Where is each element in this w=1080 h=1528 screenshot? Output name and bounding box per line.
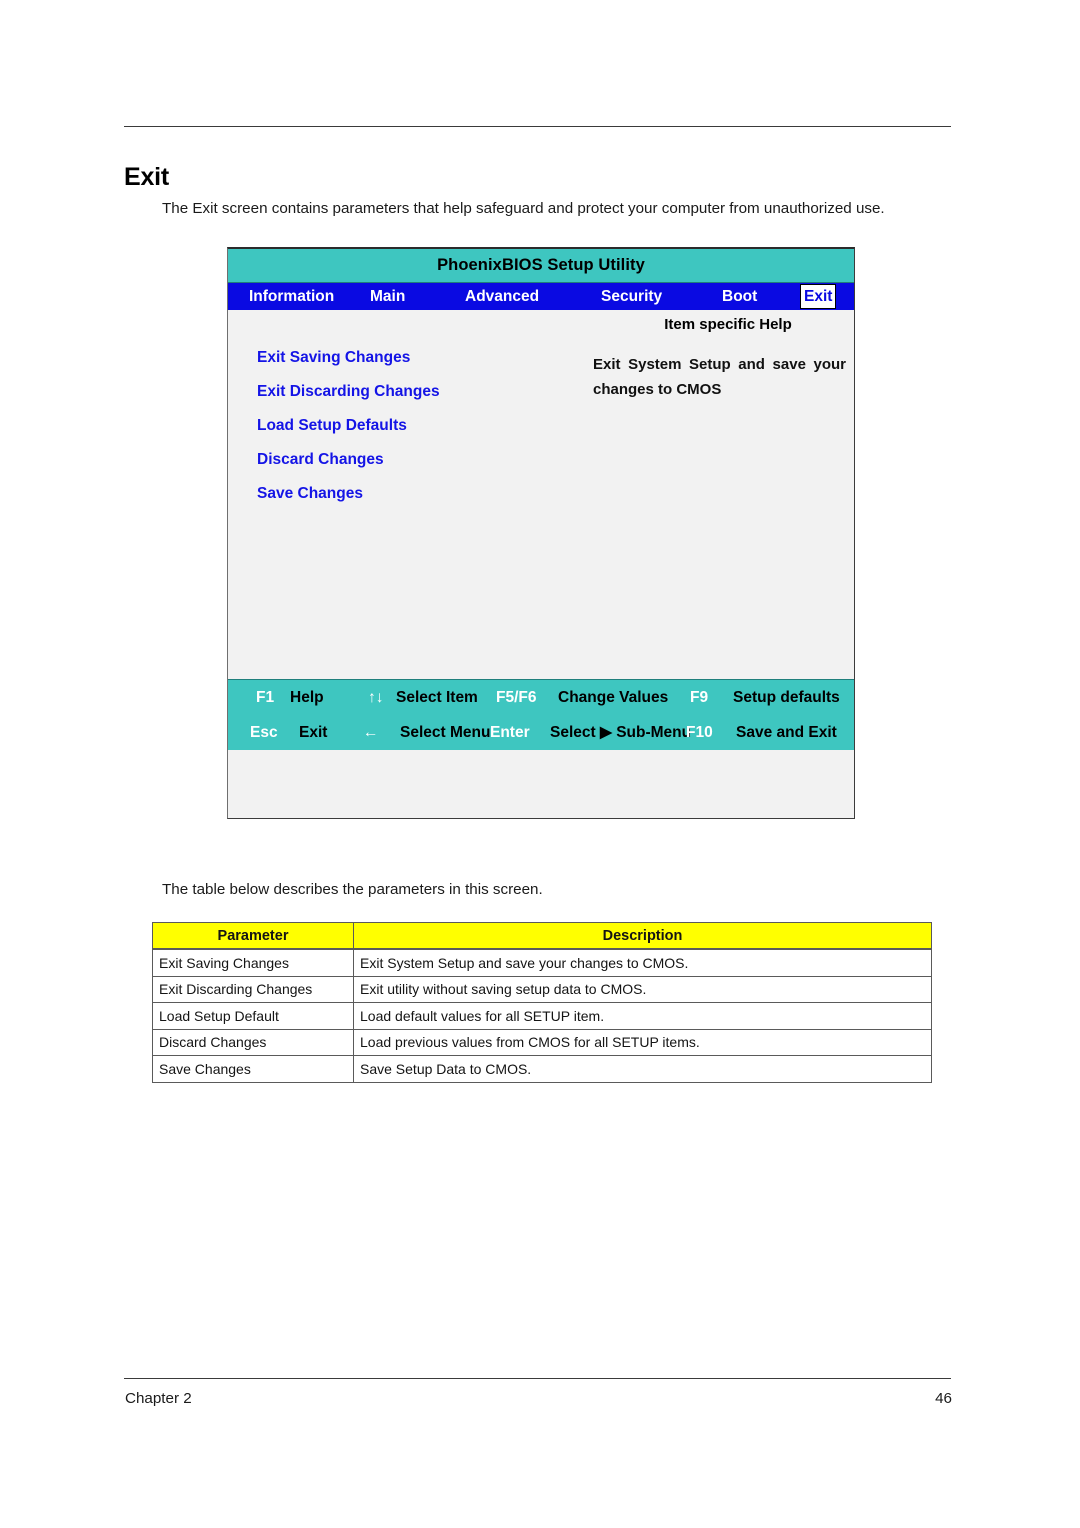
- table-header-row: Parameter Description: [152, 922, 932, 950]
- bios-key-legend: F1 Help ↑↓ Select Item F5/F6 Change Values F9 S…: [228, 679, 854, 750]
- key-description-5: Select Menu: [400, 724, 491, 741]
- cell-parameter: Load Setup Default: [152, 1002, 354, 1030]
- cell-description: Save Setup Data to CMOS.: [353, 1055, 932, 1083]
- bios-option-load-setup-defaults[interactable]: Load Setup Defaults: [257, 416, 557, 450]
- key-legend-row-2: Esc Exit ← Select Menu Enter Select ▶ Sub-Men…: [228, 715, 854, 750]
- cell-description: Exit utility without saving setup data t…: [353, 975, 932, 1003]
- bios-option-discard-changes[interactable]: Discard Changes: [257, 450, 557, 484]
- column-header-description: Description: [353, 922, 932, 950]
- key-description-4: Exit: [299, 724, 328, 741]
- key-description-0: Help: [290, 689, 324, 706]
- key-description-3: Setup defaults: [733, 689, 840, 706]
- key-description-1: Select Item: [396, 689, 478, 706]
- table-row: Exit Discarding Changes Exit utility with…: [152, 975, 932, 1003]
- footer-chapter-label: Chapter 2: [125, 1390, 192, 1407]
- column-header-parameter: Parameter: [152, 922, 354, 950]
- bios-option-exit-discarding-changes[interactable]: Exit Discarding Changes: [257, 382, 557, 416]
- bios-tab-main[interactable]: Main: [370, 286, 405, 307]
- help-line-2: changes to CMOS: [593, 381, 722, 398]
- bios-tab-information[interactable]: Information: [249, 286, 334, 307]
- bios-tab-boot[interactable]: Boot: [722, 286, 757, 307]
- document-page: Exit The Exit screen contains parameters…: [0, 0, 1080, 1528]
- key-description-7: Save and Exit: [736, 724, 837, 741]
- key-label-0: F1: [256, 689, 275, 706]
- key-label-4: Esc: [250, 724, 278, 741]
- bios-menu-item-list: Exit Saving Changes Exit Discarding Chang…: [257, 348, 557, 518]
- help-line-1: Exit System Setup and save your: [593, 356, 846, 373]
- bios-setup-screenshot: PhoenixBIOS Setup Utility Information Mai…: [227, 247, 855, 819]
- cell-parameter: Exit Saving Changes: [152, 948, 354, 977]
- key-description-6: Select ▶ Sub-Menu: [550, 724, 692, 741]
- parameter-description-table: Parameter Description Exit Saving Change…: [152, 922, 932, 1083]
- item-specific-help-title: Item specific Help: [664, 316, 792, 333]
- cell-parameter: Discard Changes: [152, 1028, 354, 1056]
- table-row: Save Changes Save Setup Data to CMOS.: [152, 1055, 932, 1083]
- table-row: Discard Changes Load previous values from…: [152, 1028, 932, 1056]
- bios-title: PhoenixBIOS Setup Utility: [437, 256, 645, 274]
- key-label-6: Enter: [490, 724, 530, 741]
- key-legend-row-1: F1 Help ↑↓ Select Item F5/F6 Change Values F9 S…: [228, 680, 854, 715]
- table-row: Load Setup Default Load default values fo…: [152, 1002, 932, 1030]
- key-label-5: ←: [363, 724, 379, 741]
- key-label-1: ↑↓: [368, 689, 384, 706]
- bios-tab-security[interactable]: Security: [601, 286, 662, 307]
- footer-page-number: 46: [935, 1390, 952, 1407]
- key-label-3: F9: [690, 689, 709, 706]
- cell-description: Exit System Setup and save your changes …: [353, 948, 932, 977]
- key-description-2: Change Values: [558, 689, 669, 706]
- cell-parameter: Save Changes: [152, 1055, 354, 1083]
- table-head: Parameter Description: [152, 922, 932, 950]
- table-body: Exit Saving Changes Exit System Setup and…: [152, 948, 932, 1083]
- table-row: Exit Saving Changes Exit System Setup and…: [152, 948, 932, 977]
- cell-description: Load default values for all SETUP item.: [353, 1002, 932, 1030]
- bios-tab-exit[interactable]: Exit: [799, 284, 837, 309]
- key-label-7: F10: [686, 724, 713, 741]
- key-label-2: F5/F6: [496, 689, 537, 706]
- footer-divider: [124, 1378, 951, 1379]
- bios-option-save-changes[interactable]: Save Changes: [257, 484, 557, 518]
- cell-description: Load previous values from CMOS for all S…: [353, 1028, 932, 1056]
- bios-menu-bar: Information Main Advanced Security Boot Exit: [228, 283, 854, 310]
- cell-parameter: Exit Discarding Changes: [152, 975, 354, 1003]
- header-divider: [124, 126, 951, 127]
- table-intro-paragraph: The table below describes the parameters…: [162, 881, 543, 899]
- page-title: Exit: [124, 162, 170, 191]
- bios-tab-advanced[interactable]: Advanced: [465, 286, 539, 307]
- intro-paragraph: The Exit screen contains parameters that…: [162, 200, 885, 218]
- bios-option-exit-saving-changes[interactable]: Exit Saving Changes: [257, 348, 557, 382]
- item-specific-help-text: Exit System Setup and save your changes …: [593, 352, 846, 402]
- bios-body: Exit Saving Changes Exit Discarding Chang…: [228, 310, 854, 750]
- bios-title-bar: PhoenixBIOS Setup Utility: [228, 249, 854, 283]
